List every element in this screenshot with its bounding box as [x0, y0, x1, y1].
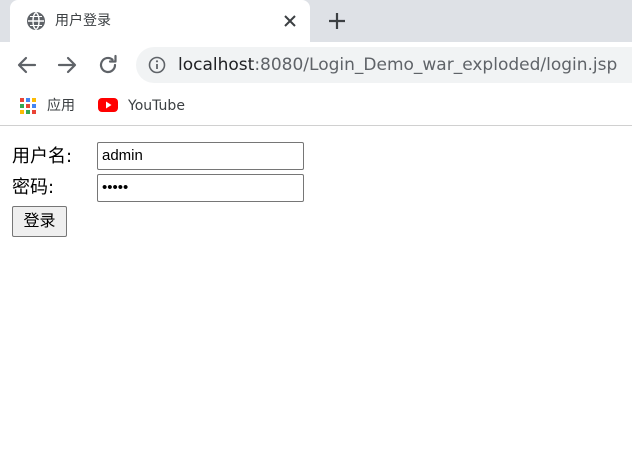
bookmark-label: YouTube	[128, 98, 185, 114]
username-label: 用户名:	[12, 146, 73, 167]
plus-icon[interactable]	[326, 10, 348, 32]
address-bar[interactable]: localhost:8080/Login_Demo_war_exploded/l…	[136, 47, 632, 83]
url-path: :8080/Login_Demo_war_exploded/login.jsp	[254, 55, 618, 75]
bookmarks-bar: 应用 YouTube	[0, 88, 632, 126]
username-field[interactable]: admin	[97, 142, 304, 170]
reload-icon[interactable]	[96, 53, 120, 77]
bookmark-label: 应用	[47, 98, 75, 114]
arrow-left-icon[interactable]	[15, 53, 39, 77]
login-button[interactable]: 登录	[12, 206, 67, 237]
youtube-icon	[98, 98, 118, 112]
globe-icon	[27, 11, 45, 31]
tab-title: 用户登录	[55, 13, 111, 29]
browser-toolbar: localhost:8080/Login_Demo_war_exploded/l…	[0, 42, 632, 88]
active-tab[interactable]: 用户登录	[10, 0, 310, 42]
info-icon[interactable]	[148, 56, 166, 74]
url-host: localhost	[178, 55, 255, 75]
tab-strip: 用户登录	[0, 0, 632, 42]
password-field[interactable]: •••••	[97, 174, 304, 202]
password-label: 密码:	[12, 177, 55, 198]
page-content: 用户名: admin 密码: ••••• 登录	[0, 127, 632, 458]
arrow-right-icon[interactable]	[55, 53, 79, 77]
close-icon[interactable]	[280, 11, 300, 31]
apps-grid-icon	[20, 98, 36, 114]
url-text[interactable]: localhost:8080/Login_Demo_war_exploded/l…	[178, 55, 617, 75]
